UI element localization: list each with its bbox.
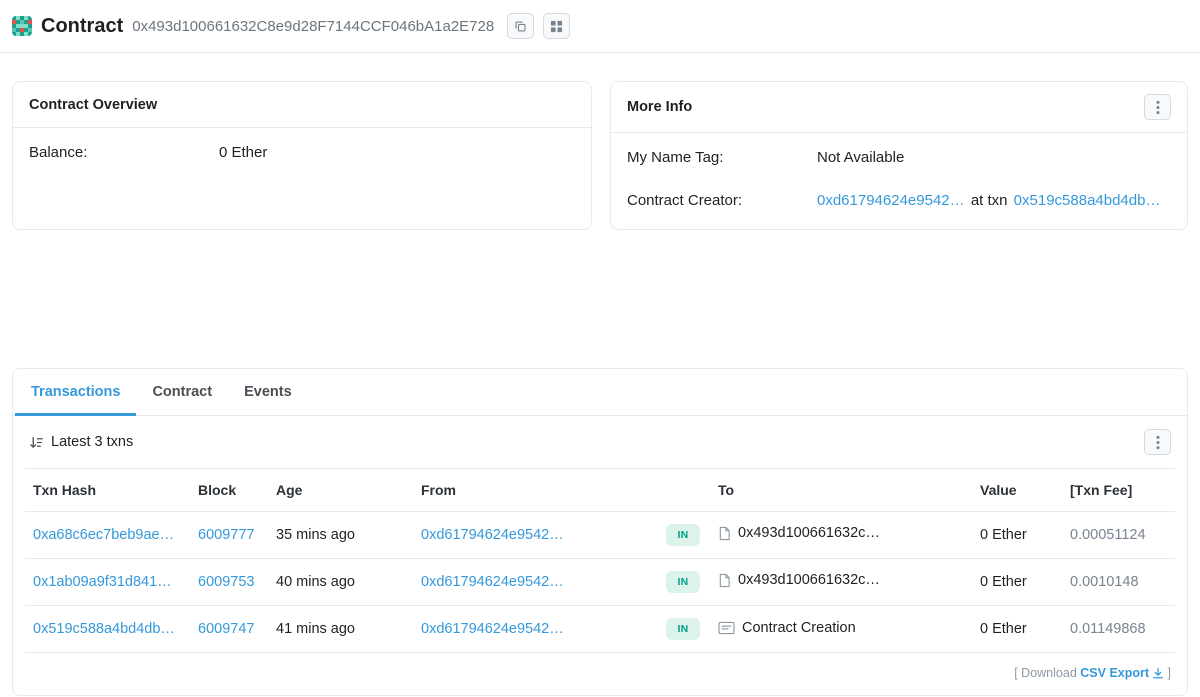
to-cell: 0x493d100661632c… — [718, 525, 880, 541]
more-info-menu-button[interactable] — [1144, 94, 1171, 120]
ellipsis-vertical-icon — [1156, 435, 1160, 450]
creator-connector-text: at txn — [970, 192, 1008, 209]
contract-overview-card: Contract Overview Balance: 0 Ether — [12, 81, 592, 230]
col-header-txn-fee: [Txn Fee] — [1062, 468, 1175, 512]
ellipsis-vertical-icon — [1156, 100, 1160, 115]
from-address-link[interactable]: 0xd61794624e9542… — [421, 621, 564, 637]
from-address-link[interactable]: 0xd61794624e9542… — [421, 574, 564, 590]
creator-txn-link[interactable]: 0x519c588a4bd4db… — [1014, 192, 1161, 209]
contract-address: 0x493d100661632C8e9d28F7144CCF046bA1a2E7… — [132, 17, 495, 35]
txn-fee-cell: 0.00051124 — [1062, 511, 1175, 559]
contract-avatar — [12, 16, 32, 36]
direction-badge: IN — [666, 618, 700, 640]
tab-bar: Transactions Contract Events — [13, 369, 1187, 416]
transactions-card: Transactions Contract Events Latest 3 tx… — [12, 368, 1188, 696]
page-header: Contract 0x493d100661632C8e9d28F7144CCF0… — [0, 0, 1200, 53]
age-cell: 35 mins ago — [268, 511, 413, 559]
table-row: 0x519c588a4bd4db… 6009747 41 mins ago 0x… — [25, 605, 1175, 653]
col-header-value: Value — [972, 468, 1062, 512]
contract-overview-header: Contract Overview — [13, 82, 591, 128]
to-cell: Contract Creation — [718, 620, 856, 636]
col-header-direction — [658, 468, 710, 512]
csv-export-label: CSV Export — [1080, 666, 1150, 680]
tab-events[interactable]: Events — [228, 369, 308, 416]
balance-label: Balance: — [29, 144, 88, 161]
age-cell: 40 mins ago — [268, 558, 413, 606]
transactions-table: Txn Hash Block Age From To Value [Txn Fe… — [25, 468, 1175, 653]
col-header-to: To — [710, 468, 972, 512]
block-link[interactable]: 6009777 — [198, 527, 254, 543]
copy-icon — [514, 20, 527, 33]
col-header-age: Age — [268, 468, 413, 512]
balance-value: 0 Ether — [219, 144, 268, 161]
contract-overview-body: Balance: 0 Ether — [13, 128, 591, 181]
txn-fee-cell: 0.0010148 — [1062, 558, 1175, 606]
txn-hash-link[interactable]: 0x519c588a4bd4db… — [33, 621, 175, 637]
table-header-row: Txn Hash Block Age From To Value [Txn Fe… — [25, 468, 1175, 512]
name-tag-value: Not Available — [817, 149, 905, 166]
age-cell: 41 mins ago — [268, 605, 413, 653]
direction-badge: IN — [666, 524, 700, 546]
col-header-from: From — [413, 468, 658, 512]
latest-txns-label-group: Latest 3 txns — [29, 434, 133, 450]
grid-icon — [550, 20, 563, 33]
txn-fee-cell: 0.01149868 — [1062, 605, 1175, 653]
tab-contract[interactable]: Contract — [136, 369, 228, 416]
txn-hash-link[interactable]: 0x1ab09a9f31d841… — [33, 574, 172, 590]
value-cell: 0 Ether — [972, 511, 1062, 559]
download-suffix-text: ] — [1167, 666, 1171, 680]
table-row: 0x1ab09a9f31d841… 6009753 40 mins ago 0x… — [25, 558, 1175, 606]
document-icon — [718, 573, 731, 588]
contract-creator-label: Contract Creator: — [627, 192, 743, 209]
col-header-block: Block — [190, 468, 268, 512]
to-cell: 0x493d100661632c… — [718, 572, 880, 588]
table-row: 0xa68c6ec7beb9ae… 6009777 35 mins ago 0x… — [25, 511, 1175, 559]
copy-address-button[interactable] — [507, 13, 535, 39]
to-address-text: 0x493d100661632c… — [738, 525, 880, 542]
address-format-button[interactable] — [543, 13, 571, 39]
contract-creator-row: Contract Creator: 0xd61794624e9542… at t… — [627, 192, 1171, 209]
value-cell: 0 Ether — [972, 605, 1062, 653]
contract-creation-icon — [718, 621, 735, 635]
page-title: Contract — [41, 14, 124, 37]
download-icon — [1152, 667, 1164, 679]
transactions-toolbar: Latest 3 txns — [13, 416, 1187, 468]
name-tag-row: My Name Tag: Not Available — [627, 149, 1171, 166]
more-info-card: More Info My Name Tag: Not Available Con… — [610, 81, 1188, 230]
to-address-text: 0x493d100661632c… — [738, 572, 880, 589]
balance-row: Balance: 0 Ether — [29, 144, 575, 161]
col-header-txn-hash: Txn Hash — [25, 468, 190, 512]
direction-badge: IN — [666, 571, 700, 593]
download-prefix-text: [ Download — [1014, 666, 1077, 680]
tab-transactions[interactable]: Transactions — [15, 369, 137, 416]
document-icon — [718, 526, 731, 541]
more-info-title: More Info — [627, 99, 693, 115]
contract-overview-title: Contract Overview — [29, 96, 158, 113]
table-footer: [ Download CSV Export ] — [13, 653, 1187, 695]
value-cell: 0 Ether — [972, 558, 1062, 606]
more-info-body: My Name Tag: Not Available Contract Crea… — [611, 133, 1187, 229]
from-address-link[interactable]: 0xd61794624e9542… — [421, 527, 564, 543]
to-address-text: Contract Creation — [742, 619, 856, 636]
summary-cards-row: Contract Overview Balance: 0 Ether More … — [0, 53, 1200, 230]
creator-address-link[interactable]: 0xd61794624e9542… — [817, 192, 965, 209]
block-link[interactable]: 6009747 — [198, 621, 254, 637]
transactions-menu-button[interactable] — [1144, 429, 1171, 455]
more-info-header: More Info — [611, 82, 1187, 133]
csv-export-link[interactable]: CSV Export — [1080, 666, 1164, 680]
block-link[interactable]: 6009753 — [198, 574, 254, 590]
name-tag-label: My Name Tag: — [627, 149, 724, 166]
txn-hash-link[interactable]: 0xa68c6ec7beb9ae… — [33, 527, 174, 543]
sort-icon — [29, 435, 44, 450]
latest-txns-label: Latest 3 txns — [51, 434, 134, 450]
contract-creator-value: 0xd61794624e9542… at txn 0x519c588a4bd4d… — [817, 192, 1160, 209]
